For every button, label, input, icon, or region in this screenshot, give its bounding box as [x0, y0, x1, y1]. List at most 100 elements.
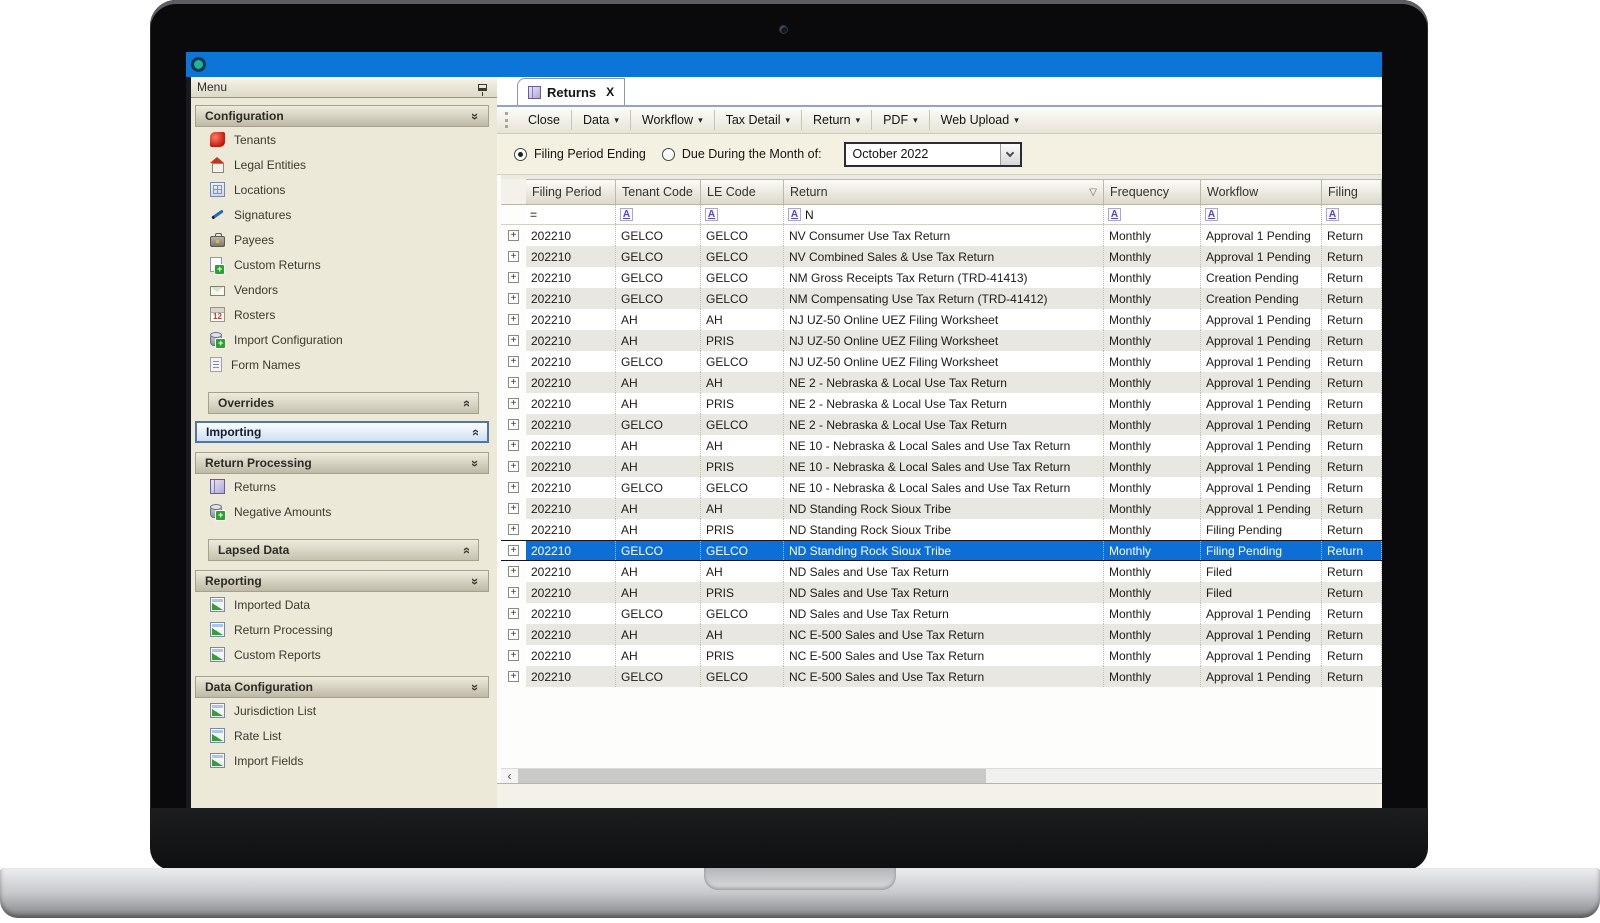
cell-filing[interactable]: Return: [1322, 645, 1382, 666]
month-select[interactable]: October 2022: [844, 142, 1022, 167]
cell-tenant-code[interactable]: AH: [616, 435, 701, 456]
chevron-icon[interactable]: »: [459, 399, 472, 406]
cell-tenant-code[interactable]: GELCO: [616, 666, 701, 687]
sidebar-entry[interactable]: Return Processing: [195, 617, 489, 642]
filter-return-value[interactable]: N: [805, 208, 814, 222]
sidebar-entry[interactable]: Return Processing »: [195, 452, 489, 474]
cell-tenant-code[interactable]: GELCO: [616, 351, 701, 372]
cell-frequency[interactable]: Monthly: [1104, 541, 1201, 560]
cell-filing[interactable]: Return: [1322, 351, 1382, 372]
sidebar-entry[interactable]: Configuration »: [195, 105, 489, 127]
cell-filing[interactable]: Return: [1322, 414, 1382, 435]
cell-frequency[interactable]: Monthly: [1104, 309, 1201, 330]
cell-filing-period[interactable]: 202210: [526, 582, 616, 603]
cell-filing-period[interactable]: 202210: [526, 561, 616, 582]
expand-plus-icon[interactable]: +: [508, 419, 519, 430]
cell-le-code[interactable]: AH: [701, 435, 784, 456]
sidebar-entry[interactable]: Vendors: [195, 277, 489, 302]
cell-le-code[interactable]: GELCO: [701, 288, 784, 309]
sidebar-entry[interactable]: Reporting »: [195, 570, 489, 592]
cell-workflow[interactable]: Filing Pending: [1201, 541, 1322, 560]
toolbar-button[interactable]: Data ▾: [572, 110, 631, 130]
cell-workflow[interactable]: Filing Pending: [1201, 519, 1322, 540]
radio-button-unchecked[interactable]: [662, 148, 675, 161]
cell-filing-period[interactable]: 202210: [526, 541, 616, 560]
column-header-tenant-code[interactable]: Tenant Code: [616, 179, 701, 205]
chevron-icon[interactable]: »: [469, 577, 482, 584]
cell-le-code[interactable]: PRIS: [701, 393, 784, 414]
sidebar-entry[interactable]: Import Fields: [195, 748, 489, 773]
toolbar-button[interactable]: Close: [517, 110, 572, 130]
table-row[interactable]: + 202210 AH PRIS ND Sales and Use Tax Re…: [501, 582, 1382, 603]
cell-frequency[interactable]: Monthly: [1104, 624, 1201, 645]
table-row[interactable]: + 202210 GELCO GELCO ND Sales and Use Ta…: [501, 603, 1382, 624]
cell-workflow[interactable]: Approval 1 Pending: [1201, 330, 1322, 351]
table-row[interactable]: + 202210 AH AH NE 10 - Nebraska & Local …: [501, 435, 1382, 456]
table-row[interactable]: + 202210 GELCO GELCO NE 10 - Nebraska & …: [501, 477, 1382, 498]
cell-tenant-code[interactable]: AH: [616, 309, 701, 330]
sidebar-entry[interactable]: Form Names: [195, 352, 489, 377]
cell-tenant-code[interactable]: GELCO: [616, 603, 701, 624]
cell-return[interactable]: ND Standing Rock Sioux Tribe: [784, 519, 1104, 540]
table-row[interactable]: + 202210 AH AH NE 2 - Nebraska & Local U…: [501, 372, 1382, 393]
expand-plus-icon[interactable]: +: [508, 461, 519, 472]
chevron-icon[interactable]: »: [469, 459, 482, 466]
cell-workflow[interactable]: Approval 1 Pending: [1201, 603, 1322, 624]
expand-plus-icon[interactable]: +: [508, 524, 519, 535]
cell-workflow[interactable]: Approval 1 Pending: [1201, 225, 1322, 246]
filter-filing-period[interactable]: =: [526, 205, 616, 224]
cell-return[interactable]: NJ UZ-50 Online UEZ Filing Worksheet: [784, 330, 1104, 351]
cell-return[interactable]: NE 2 - Nebraska & Local Use Tax Return: [784, 372, 1104, 393]
cell-tenant-code[interactable]: GELCO: [616, 267, 701, 288]
cell-filing-period[interactable]: 202210: [526, 393, 616, 414]
text-filter-icon[interactable]: A: [1108, 208, 1121, 221]
toolbar-button[interactable]: Workflow ▾: [631, 110, 715, 130]
cell-workflow[interactable]: Approval 1 Pending: [1201, 666, 1322, 687]
cell-frequency[interactable]: Monthly: [1104, 372, 1201, 393]
cell-workflow[interactable]: Approval 1 Pending: [1201, 498, 1322, 519]
expand-plus-icon[interactable]: +: [508, 251, 519, 262]
cell-return[interactable]: ND Standing Rock Sioux Tribe: [784, 541, 1104, 560]
cell-return[interactable]: NE 10 - Nebraska & Local Sales and Use T…: [784, 477, 1104, 498]
filter-funnel-icon[interactable]: ▽: [1089, 187, 1097, 198]
cell-filing-period[interactable]: 202210: [526, 645, 616, 666]
cell-filing-period[interactable]: 202210: [526, 498, 616, 519]
cell-filing[interactable]: Return: [1322, 519, 1382, 540]
cell-le-code[interactable]: AH: [701, 498, 784, 519]
filter-return[interactable]: A N: [784, 205, 1104, 224]
scrollbar-thumb[interactable]: [518, 769, 986, 783]
column-header-workflow[interactable]: Workflow: [1201, 179, 1322, 205]
cell-frequency[interactable]: Monthly: [1104, 519, 1201, 540]
sidebar-entry[interactable]: Rate List: [195, 723, 489, 748]
cell-frequency[interactable]: Monthly: [1104, 645, 1201, 666]
filter-workflow[interactable]: A: [1201, 205, 1322, 224]
cell-workflow[interactable]: Approval 1 Pending: [1201, 372, 1322, 393]
toolbar-button[interactable]: Web Upload ▾: [930, 110, 1030, 130]
cell-tenant-code[interactable]: AH: [616, 519, 701, 540]
cell-tenant-code[interactable]: GELCO: [616, 541, 701, 560]
sidebar-entry[interactable]: Legal Entities: [195, 152, 489, 177]
cell-workflow[interactable]: Approval 1 Pending: [1201, 624, 1322, 645]
cell-le-code[interactable]: GELCO: [701, 666, 784, 687]
cell-le-code[interactable]: PRIS: [701, 456, 784, 477]
cell-le-code[interactable]: PRIS: [701, 582, 784, 603]
cell-frequency[interactable]: Monthly: [1104, 435, 1201, 456]
tab-returns[interactable]: Returns X: [517, 78, 625, 105]
table-row[interactable]: + 202210 GELCO GELCO NM Compensating Use…: [501, 288, 1382, 309]
cell-le-code[interactable]: GELCO: [701, 267, 784, 288]
expand-plus-icon[interactable]: +: [508, 440, 519, 451]
cell-return[interactable]: NJ UZ-50 Online UEZ Filing Worksheet: [784, 309, 1104, 330]
sidebar-entry[interactable]: Custom Returns: [195, 252, 489, 277]
sidebar-entry[interactable]: Jurisdiction List: [195, 698, 489, 723]
cell-le-code[interactable]: PRIS: [701, 330, 784, 351]
cell-le-code[interactable]: GELCO: [701, 351, 784, 372]
cell-tenant-code[interactable]: GELCO: [616, 477, 701, 498]
cell-filing[interactable]: Return: [1322, 582, 1382, 603]
table-row[interactable]: + 202210 GELCO GELCO NV Consumer Use Tax…: [501, 225, 1382, 246]
cell-frequency[interactable]: Monthly: [1104, 477, 1201, 498]
table-row[interactable]: + 202210 GELCO GELCO NE 2 - Nebraska & L…: [501, 414, 1382, 435]
text-filter-icon[interactable]: A: [788, 208, 801, 221]
cell-return[interactable]: NC E-500 Sales and Use Tax Return: [784, 645, 1104, 666]
toolbar-button[interactable]: PDF ▾: [872, 110, 930, 130]
cell-tenant-code[interactable]: AH: [616, 624, 701, 645]
